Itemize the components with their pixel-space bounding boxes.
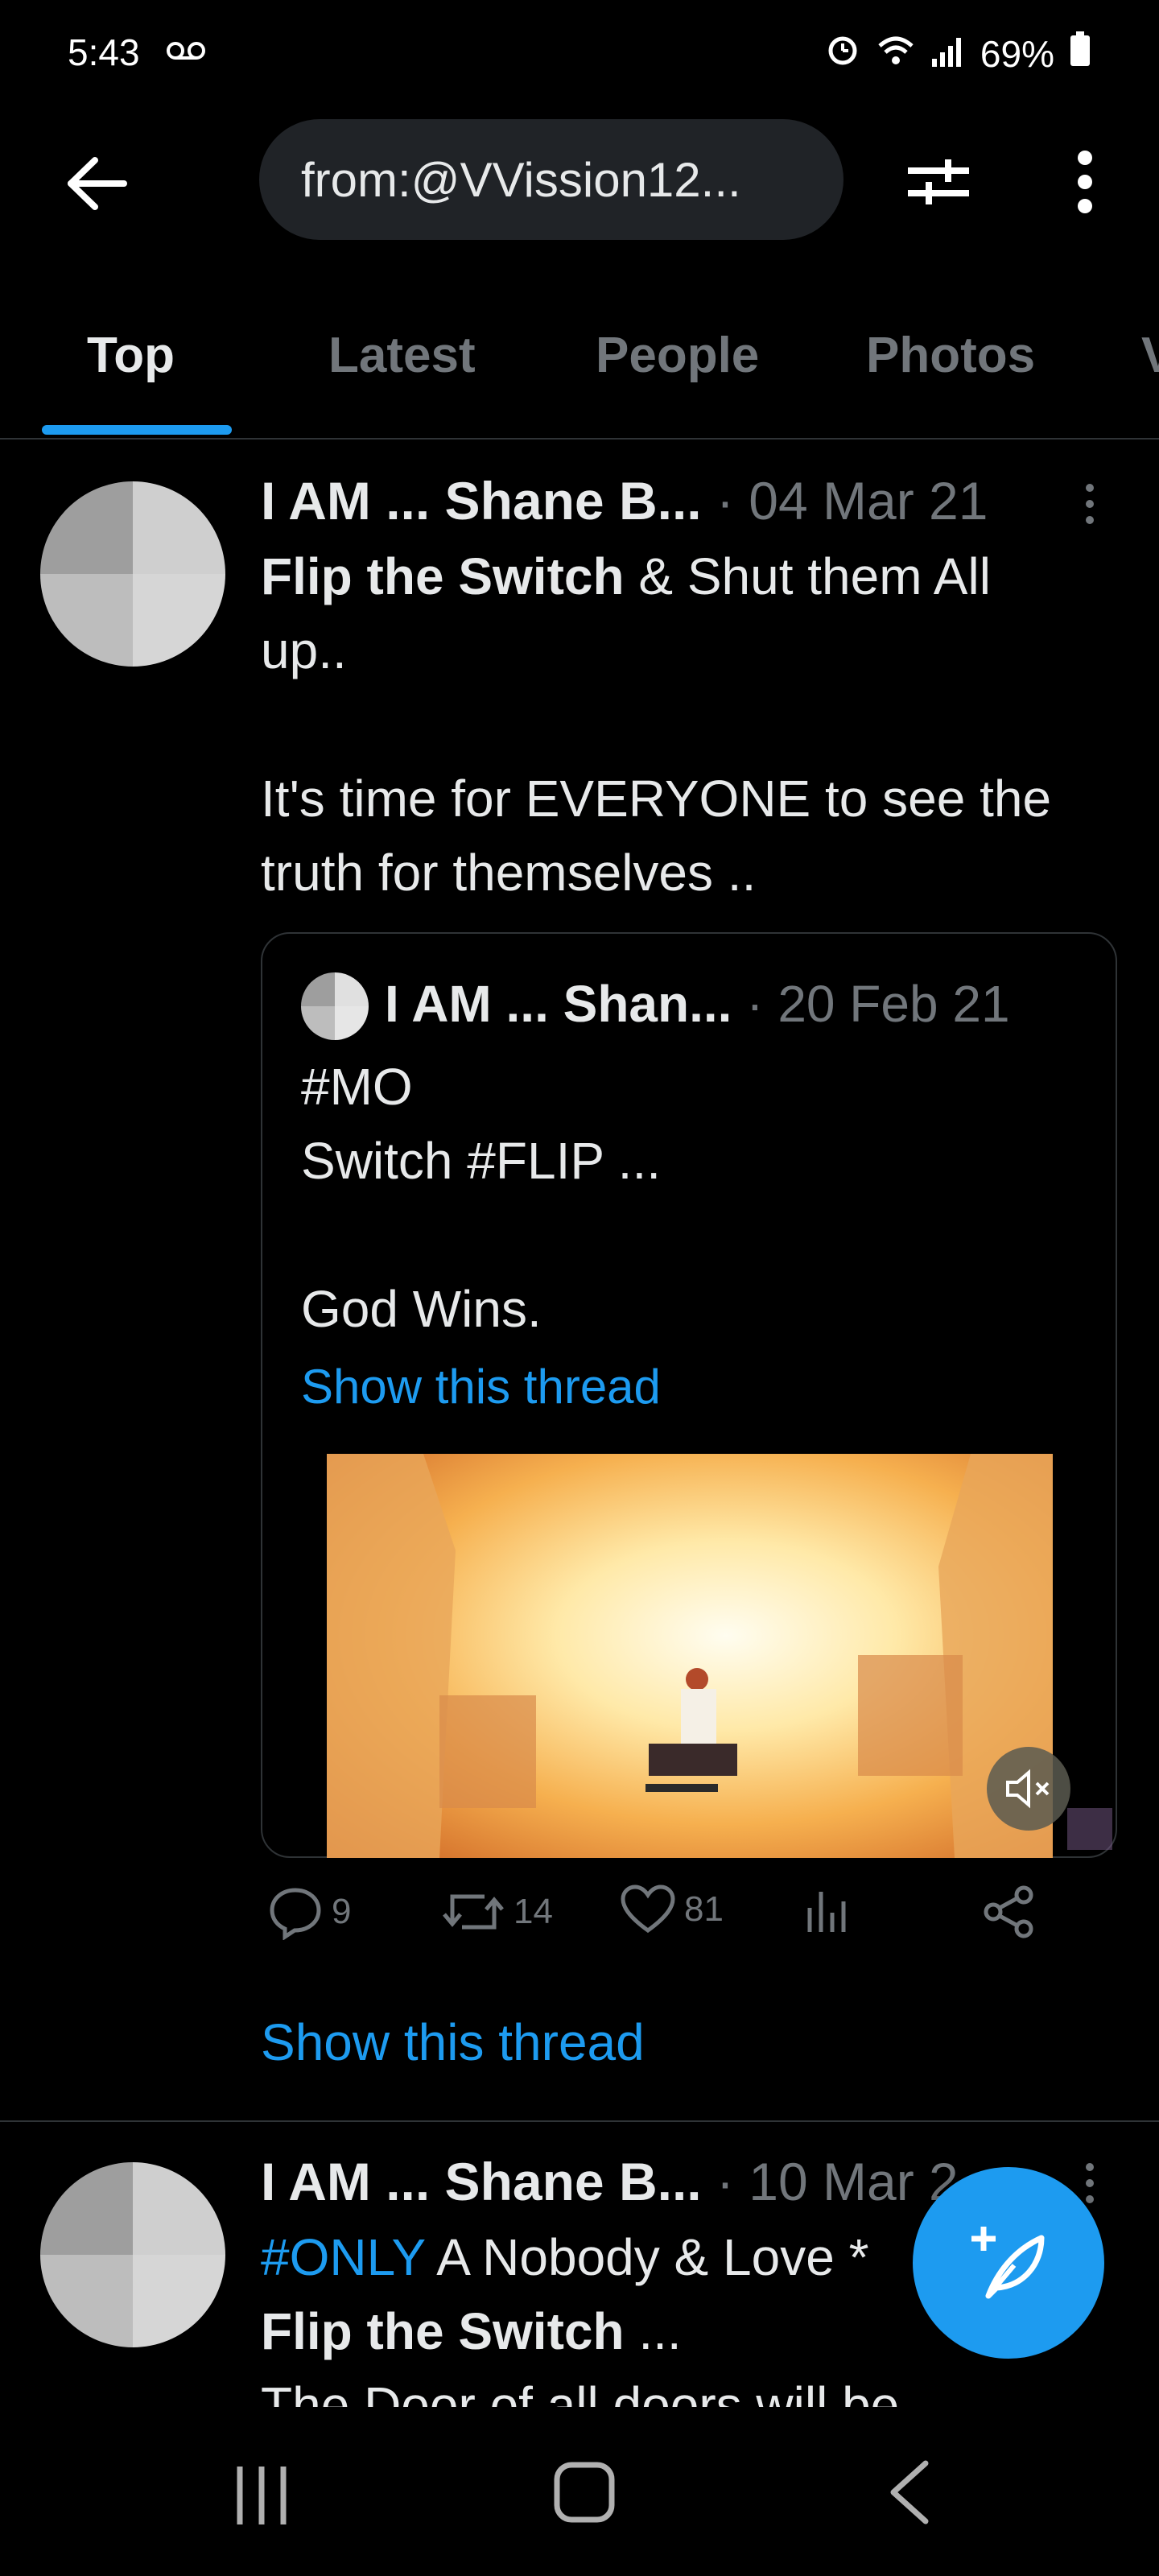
quoted-author-name: I AM ... Shan... [385, 975, 732, 1033]
arrow-left-icon [68, 157, 127, 210]
quoted-tweet-header: I AM ... Shan... · 20 Feb 21 [385, 974, 1010, 1034]
like-count: 81 [684, 1889, 724, 1929]
tweet-text-bold: Flip the Switch [261, 547, 625, 605]
status-icons: 69% [824, 31, 1091, 76]
sliders-icon [908, 159, 969, 204]
share-button[interactable] [980, 1884, 1037, 1940]
retweet-button[interactable]: 14 [441, 1884, 553, 1940]
tab-top[interactable]: Top [87, 327, 175, 384]
quoted-text-line: God Wins. [301, 1280, 542, 1338]
share-icon [984, 1885, 1033, 1938]
tweet-date: · 04 Mar 21 [716, 471, 988, 530]
active-tab-indicator [42, 425, 232, 435]
video-frame [327, 1454, 1053, 1858]
retweet-count: 14 [514, 1892, 553, 1931]
tweet-text: Flip the Switch & Shut them All up.. It'… [261, 539, 1051, 910]
analytics-icon [807, 1892, 846, 1932]
chevron-left-icon [890, 2460, 929, 2524]
tweet-header: I AM ... Shane B... · 10 Mar 2 [261, 2151, 959, 2212]
vertical-dots-icon [1078, 151, 1092, 213]
tweet-text-rest: A Nobody & Love * [424, 2228, 869, 2286]
author-name[interactable]: I AM ... Shane B... [261, 2152, 702, 2211]
system-navigation-bar [0, 2407, 1159, 2576]
reply-icon [270, 1888, 321, 1940]
recent-apps-icon [237, 2467, 287, 2524]
tab-photos[interactable]: Photos [866, 327, 1035, 384]
tweet-divider [0, 2120, 1159, 2122]
home-icon [554, 2462, 615, 2523]
status-time: 5:43 [68, 31, 140, 73]
quoted-text-line: Switch #FLIP ... [301, 1132, 661, 1190]
wifi-icon [876, 32, 916, 76]
tweet-text-line: up.. [261, 621, 347, 679]
recent-apps-button[interactable] [233, 2463, 290, 2532]
battery-level: 69% [980, 32, 1054, 75]
video-player[interactable] [327, 1454, 1053, 1858]
heart-icon [621, 1885, 675, 1934]
alarm-icon [824, 31, 861, 76]
show-thread-link[interactable]: Show this thread [261, 2013, 645, 2072]
signal-icon [930, 32, 966, 76]
views-button[interactable] [805, 1884, 853, 1935]
search-tabs: Top Latest People Photos V [0, 304, 1159, 440]
reply-count: 9 [332, 1892, 352, 1931]
back-button[interactable] [56, 143, 137, 224]
tweet-text-rest: ... [624, 2302, 682, 2360]
more-options-button[interactable] [1046, 143, 1124, 221]
tweet-actions: 9 14 81 [261, 1884, 1066, 1972]
voicemail-icon [166, 40, 206, 65]
author-name[interactable]: I AM ... Shane B... [261, 471, 702, 530]
tweet-date: · 10 Mar 2 [716, 2152, 959, 2211]
tab-latest[interactable]: Latest [328, 327, 476, 384]
tab-videos[interactable]: V [1141, 327, 1159, 384]
tweet-text-rest: & Shut them All [624, 547, 991, 605]
home-button[interactable] [552, 2460, 617, 2529]
quoted-tweet-text: #MO Switch #FLIP ... God Wins. [301, 1050, 661, 1346]
quoted-show-thread-link[interactable]: Show this thread [301, 1359, 661, 1414]
compose-tweet-button[interactable] [913, 2167, 1104, 2359]
compose-feather-icon [971, 2227, 1045, 2299]
tweet-header: I AM ... Shane B... · 04 Mar 21 [261, 470, 988, 531]
tweet-more-button[interactable] [1066, 472, 1114, 536]
tab-people[interactable]: People [596, 327, 759, 384]
video-watermark [1067, 1808, 1112, 1852]
hashtag-link[interactable]: #ONLY [261, 2228, 425, 2286]
avatar[interactable] [40, 2162, 225, 2347]
system-back-button[interactable] [887, 2458, 932, 2530]
avatar[interactable] [40, 481, 225, 667]
search-input[interactable]: from:@VVission12... [259, 119, 843, 240]
mute-button[interactable] [987, 1747, 1070, 1831]
battery-icon [1069, 31, 1091, 76]
volume-mute-icon [1006, 1769, 1050, 1809]
search-filter-button[interactable] [900, 143, 977, 221]
tweet-text-bold: Flip the Switch [261, 2302, 625, 2360]
quoted-avatar [301, 972, 369, 1040]
like-button[interactable]: 81 [620, 1884, 724, 1935]
tweet-text-line: The Door of all doors will be [261, 2376, 900, 2407]
retweet-icon [443, 1894, 504, 1930]
quoted-tweet-date: · 20 Feb 21 [746, 975, 1010, 1033]
tweet-text-line: truth for themselves .. [261, 844, 757, 902]
quoted-text-line: #MO [301, 1058, 413, 1116]
tweet-text-line: It's time for EVERYONE to see the [261, 770, 1052, 828]
reply-button[interactable]: 9 [267, 1884, 351, 1940]
